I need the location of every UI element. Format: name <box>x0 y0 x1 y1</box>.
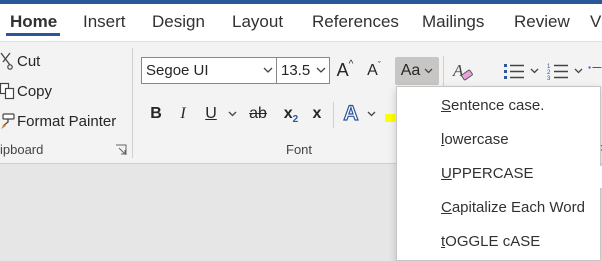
menu-item-accelerator: C <box>441 199 452 216</box>
multilevel-list-button[interactable] <box>588 57 602 84</box>
font-size-combobox[interactable]: 13.5 <box>276 57 330 84</box>
tab-home[interactable]: Home <box>10 12 57 32</box>
button-separator <box>333 102 334 128</box>
bullets-button[interactable] <box>500 57 528 84</box>
tab-layout[interactable]: Layout <box>232 12 283 32</box>
caret-down-icon: ˇ <box>377 59 381 70</box>
menu-item-label: owercase <box>444 131 509 148</box>
underline-button[interactable]: U <box>200 103 222 125</box>
change-case-button[interactable]: Aa <box>395 57 439 85</box>
chevron-down-icon <box>367 111 375 117</box>
svg-text:3: 3 <box>547 76 551 81</box>
font-name-value: Segoe UI <box>146 62 209 79</box>
chevron-down-icon <box>228 111 236 117</box>
bullet-list-icon <box>504 63 524 79</box>
clear-formatting-button[interactable]: A <box>450 57 476 84</box>
italic-button[interactable]: I <box>172 103 194 125</box>
format-painter-button[interactable]: Format Painter <box>0 109 116 133</box>
scissors-icon <box>0 52 13 70</box>
change-case-label: Aa <box>400 62 421 79</box>
change-case-menu: Sentence case. lowercase UPPERCASE Capit… <box>396 86 601 261</box>
highlight-color-icon[interactable] <box>385 114 395 122</box>
text-effects-dropdown[interactable] <box>364 103 378 125</box>
chevron-down-icon <box>530 68 538 73</box>
menu-item-lowercase[interactable]: lowercase <box>441 131 509 148</box>
active-tab-underline <box>6 33 60 36</box>
chevron-down-icon <box>316 67 326 73</box>
grow-font-label: A <box>336 60 349 80</box>
menu-item-capitalize-each-word[interactable]: Capitalize Each Word <box>441 199 585 216</box>
shrink-font-label: A <box>367 61 378 79</box>
chevron-down-icon <box>263 67 273 73</box>
shrink-font-button[interactable]: Aˇ <box>362 57 386 84</box>
strikethrough-button[interactable]: ab <box>245 103 271 125</box>
copy-icon <box>0 82 15 100</box>
menu-item-uppercase[interactable]: UPPERCASE <box>441 165 534 182</box>
grow-font-button[interactable]: A ^ <box>333 57 357 84</box>
menu-item-label: entence case. <box>451 97 545 114</box>
menu-item-accelerator: U <box>441 165 452 182</box>
superscript-button[interactable]: x <box>306 103 328 125</box>
copy-label: Copy <box>17 82 53 100</box>
font-size-value: 13.5 <box>281 62 311 79</box>
menu-item-accelerator: S <box>441 97 452 114</box>
tab-references[interactable]: References <box>312 12 399 32</box>
numbered-list-icon: 1 2 3 <box>547 64 568 81</box>
dialog-launcher-icon[interactable] <box>115 144 127 156</box>
chevron-down-icon <box>574 68 582 73</box>
bullets-dropdown[interactable] <box>528 57 540 84</box>
menu-item-toggle-case[interactable]: tOGGLE cASE <box>441 233 540 250</box>
cut-button[interactable]: Cut <box>0 49 40 73</box>
tab-mailings[interactable]: Mailings <box>422 12 484 32</box>
font-group-label: Font <box>286 142 313 157</box>
numbering-dropdown[interactable] <box>572 57 584 84</box>
clear-formatting-icon: A <box>452 61 473 80</box>
subscript-button[interactable]: x2 <box>280 103 302 125</box>
numbering-button[interactable]: 1 2 3 <box>544 57 572 84</box>
clipboard-group-label: ipboard <box>0 142 44 157</box>
menu-item-label: OGGLE cASE <box>445 233 541 250</box>
tab-insert[interactable]: Insert <box>83 12 126 32</box>
underline-dropdown[interactable] <box>225 103 239 125</box>
menu-item-label: apitalize Each Word <box>451 199 585 216</box>
copy-button[interactable]: Copy <box>0 79 52 103</box>
format-painter-icon <box>1 113 15 129</box>
subscript-digit: 2 <box>292 113 299 125</box>
menu-item-label: PPERCASE <box>451 165 534 182</box>
caret-up-icon: ^ <box>348 59 354 70</box>
font-name-combobox[interactable]: Segoe UI <box>141 57 277 84</box>
multilevel-list-icon <box>588 66 602 68</box>
cut-label: Cut <box>17 52 41 70</box>
superscript-label: x <box>312 105 322 122</box>
tab-review[interactable]: Review <box>514 12 570 32</box>
format-painter-label: Format Painter <box>17 112 117 130</box>
menu-item-sentence-case[interactable]: Sentence case. <box>441 97 544 114</box>
tab-view-partial[interactable]: V <box>590 12 601 32</box>
button-separator <box>443 56 444 86</box>
bold-button[interactable]: B <box>145 103 167 125</box>
group-separator <box>132 48 133 158</box>
tab-design[interactable]: Design <box>152 12 205 32</box>
text-effects-button[interactable]: A <box>340 101 362 125</box>
ribbon-tabs: Home Insert Design Layout References Mai… <box>0 4 602 41</box>
subscript-label: x <box>283 105 293 122</box>
chevron-down-icon <box>424 68 433 74</box>
